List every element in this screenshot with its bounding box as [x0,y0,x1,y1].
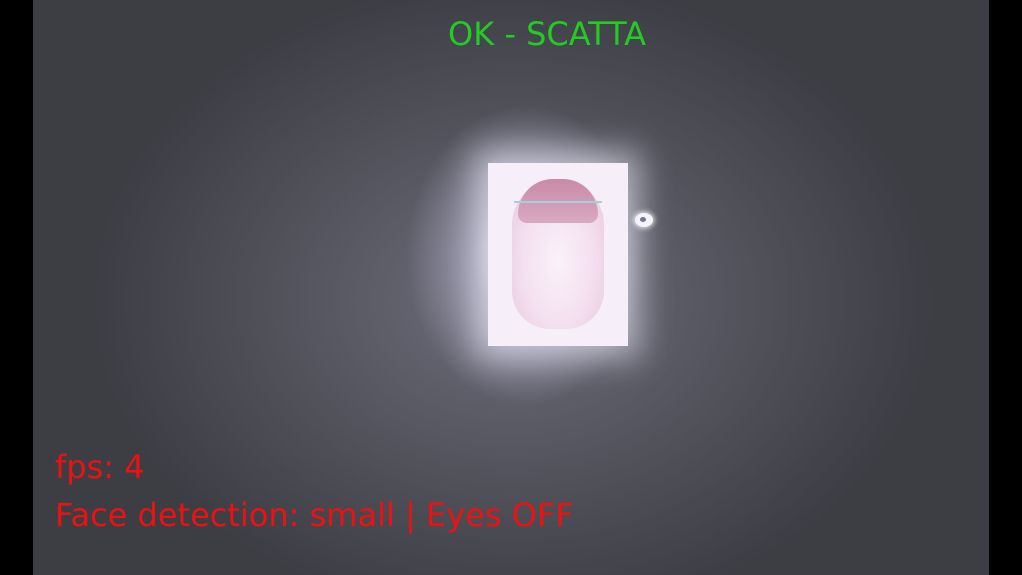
pointer-blob-icon [635,213,653,227]
face-photo [488,163,628,346]
eye-guide-line [514,201,602,203]
detection-mode-label: Face detection: small | Eyes OFF [55,496,574,534]
fps-label: fps: 4 [55,448,145,486]
capture-status-label: OK - SCATTA [448,15,647,53]
letterbox-right [989,0,1022,575]
letterbox-left [0,0,33,575]
camera-preview[interactable] [33,0,989,575]
